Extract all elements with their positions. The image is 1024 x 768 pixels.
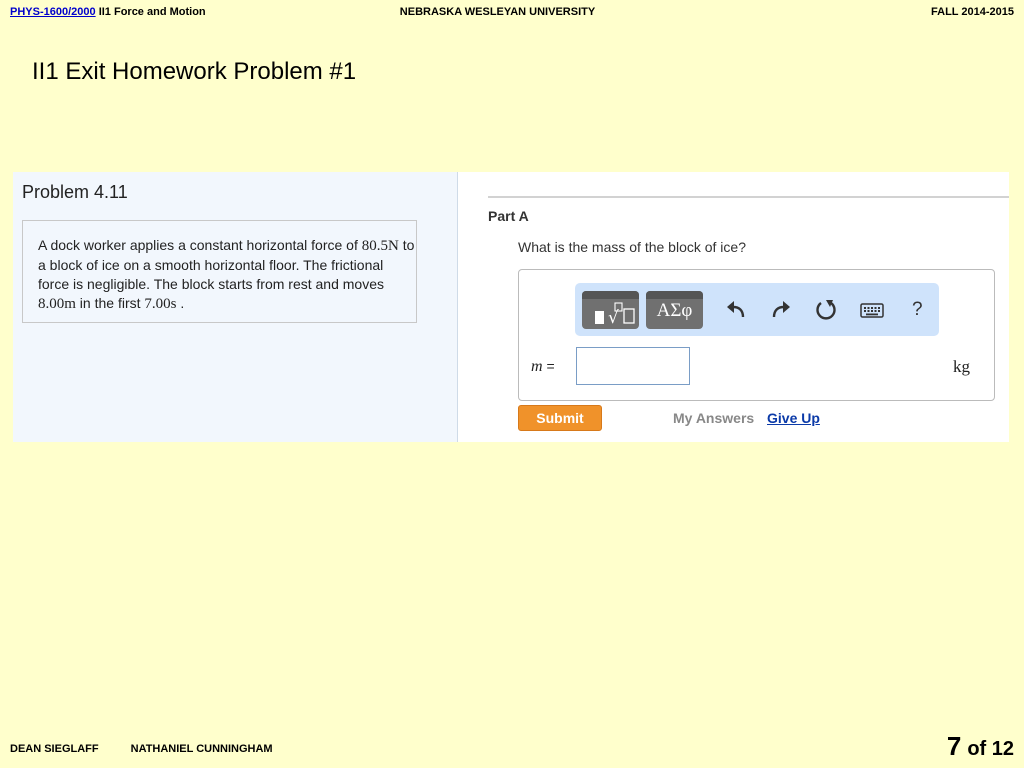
problem-statement: A dock worker applies a constant horizon… <box>22 220 417 323</box>
reset-icon[interactable] <box>813 297 839 323</box>
slide-title: II1 Exit Homework Problem #1 <box>32 58 357 85</box>
keyboard-icon[interactable] <box>859 297 885 323</box>
give-up-link[interactable]: Give Up <box>767 410 820 426</box>
question-text: What is the mass of the block of ice? <box>518 239 746 255</box>
force-value: 80.5N <box>361 238 399 254</box>
variable-symbol: m <box>531 358 543 375</box>
variable-label: m = <box>531 358 555 376</box>
page-number: 7 of 12 <box>947 731 1014 762</box>
unit-label: kg <box>953 357 970 376</box>
problem-text-3: in the first <box>75 295 145 311</box>
header-term: FALL 2014-2015 <box>931 6 1014 18</box>
submit-button[interactable]: Submit <box>518 405 602 431</box>
author-2: NATHANIEL CUNNINGHAM <box>130 743 273 755</box>
answer-pane: Part A What is the mass of the block of … <box>458 172 1009 442</box>
my-answers-link[interactable]: My Answers <box>673 410 754 426</box>
math-toolbar: √ ΑΣφ ? <box>575 283 939 336</box>
divider <box>488 196 1009 198</box>
distance-value: 8.00m <box>38 296 76 312</box>
help-icon[interactable]: ? <box>912 299 923 321</box>
undo-icon[interactable] <box>723 297 749 323</box>
problem-text-4: . <box>176 295 185 311</box>
header-university: NEBRASKA WESLEYAN UNIVERSITY <box>399 6 596 18</box>
symbols-label: ΑΣφ <box>656 300 693 321</box>
problem-title: Problem 4.11 <box>22 182 128 202</box>
footer-authors: DEAN SIEGLAFF NATHANIEL CUNNINGHAM <box>10 743 273 755</box>
equals-sign: = <box>542 358 555 374</box>
templates-button[interactable]: √ <box>582 291 639 329</box>
homework-panel: Problem 4.11 A dock worker applies a con… <box>13 172 1009 442</box>
redo-icon[interactable] <box>768 297 794 323</box>
part-label: Part A <box>488 208 529 224</box>
time-value: 7.00s <box>144 296 177 312</box>
author-1: DEAN SIEGLAFF <box>10 743 99 755</box>
symbols-button[interactable]: ΑΣφ <box>646 291 703 329</box>
problem-pane: Problem 4.11 A dock worker applies a con… <box>13 172 458 442</box>
answer-box: √ ΑΣφ ? m = kg <box>518 269 995 401</box>
problem-text-1: A dock worker applies a constant horizon… <box>38 237 362 253</box>
page-total: of 12 <box>967 738 1014 760</box>
page-current: 7 <box>946 731 962 761</box>
answer-input[interactable] <box>576 347 690 385</box>
